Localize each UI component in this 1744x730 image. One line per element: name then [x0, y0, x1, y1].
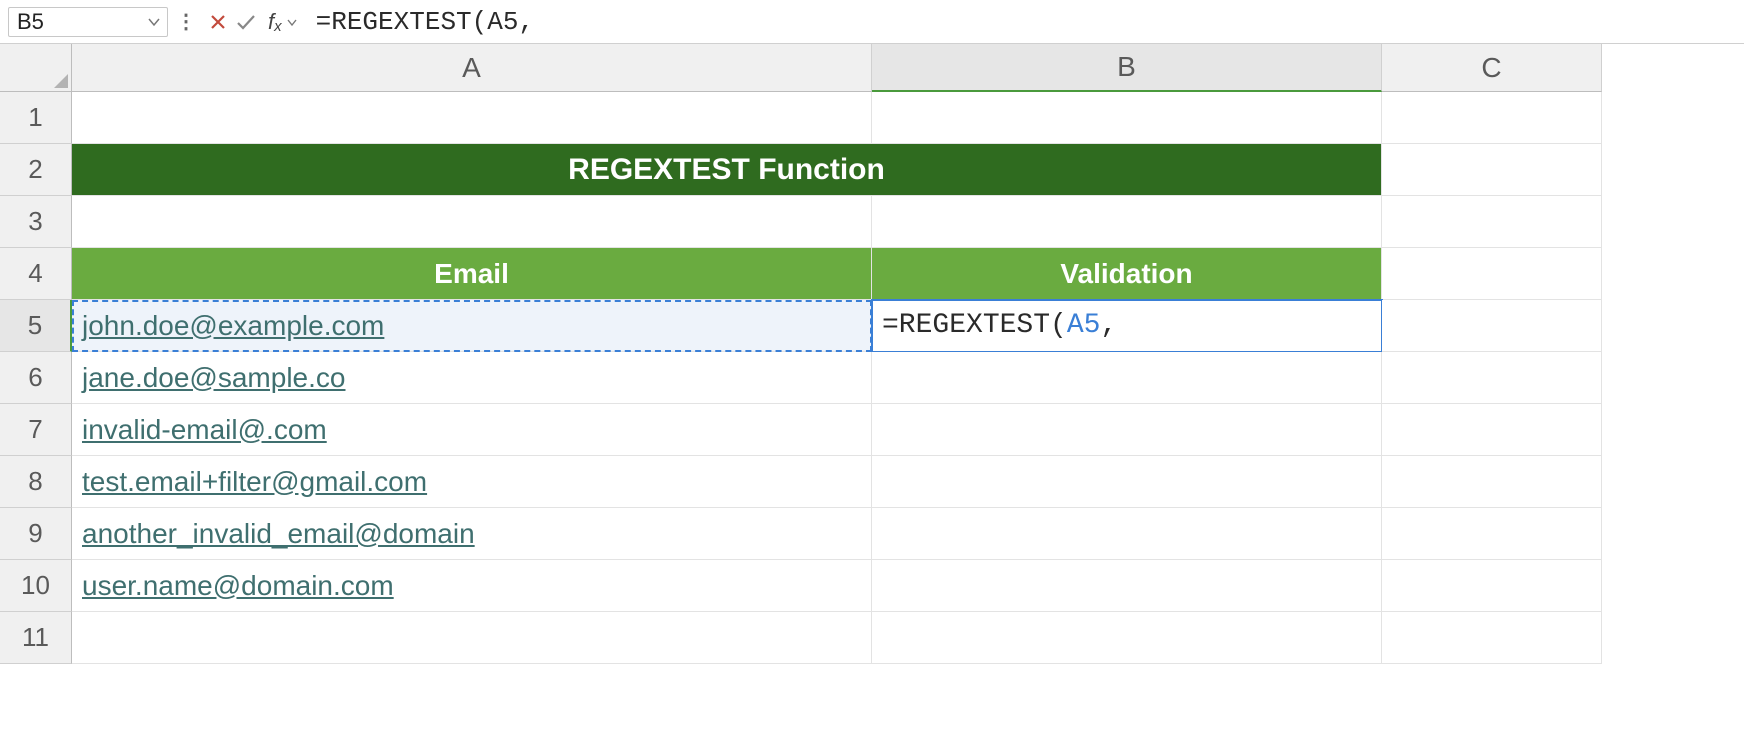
row-header-5[interactable]: 5: [0, 300, 72, 352]
row-header-4[interactable]: 4: [0, 248, 72, 300]
row-header-9[interactable]: 9: [0, 508, 72, 560]
cell-b10[interactable]: [872, 560, 1382, 612]
cell-a11[interactable]: [72, 612, 872, 664]
cell-c10[interactable]: [1382, 560, 1602, 612]
row-header-1[interactable]: 1: [0, 92, 72, 144]
cell-b8[interactable]: [872, 456, 1382, 508]
chevron-down-icon: [147, 9, 161, 35]
cell-c1[interactable]: [1382, 92, 1602, 144]
cell-c11[interactable]: [1382, 612, 1602, 664]
email-link: invalid-email@.com: [82, 414, 327, 446]
cell-b9[interactable]: [872, 508, 1382, 560]
row-header-11[interactable]: 11: [0, 612, 72, 664]
formula-text: =REGEXTEST(A5,: [316, 7, 534, 37]
email-link: another_invalid_email@domain: [82, 518, 475, 550]
header-email[interactable]: Email: [72, 248, 872, 300]
cell-a6[interactable]: jane.doe@sample.co: [72, 352, 872, 404]
name-box[interactable]: B5: [8, 7, 168, 37]
formula-suffix: ,: [1100, 310, 1117, 341]
row-header-10[interactable]: 10: [0, 560, 72, 612]
cell-c8[interactable]: [1382, 456, 1602, 508]
cancel-button[interactable]: [204, 8, 232, 36]
row-header-3[interactable]: 3: [0, 196, 72, 248]
cell-a8[interactable]: test.email+filter@gmail.com: [72, 456, 872, 508]
column-header-c[interactable]: C: [1382, 44, 1602, 92]
chevron-down-icon: [286, 9, 298, 35]
formula-prefix: =REGEXTEST(: [882, 310, 1067, 341]
cell-c5[interactable]: [1382, 300, 1602, 352]
cell-a7[interactable]: invalid-email@.com: [72, 404, 872, 456]
vertical-dots-icon: ⋮: [176, 9, 196, 34]
select-all-corner[interactable]: [0, 44, 72, 92]
column-header-b[interactable]: B: [872, 44, 1382, 92]
cell-a10[interactable]: user.name@domain.com: [72, 560, 872, 612]
title-banner[interactable]: REGEXTEST Function: [72, 144, 1382, 196]
row-header-7[interactable]: 7: [0, 404, 72, 456]
header-validation[interactable]: Validation: [872, 248, 1382, 300]
email-link: john.doe@example.com: [82, 310, 384, 342]
row-header-2[interactable]: 2: [0, 144, 72, 196]
fx-icon[interactable]: fx: [268, 9, 298, 35]
cell-b11[interactable]: [872, 612, 1382, 664]
email-link: jane.doe@sample.co: [82, 362, 345, 394]
email-link: test.email+filter@gmail.com: [82, 466, 427, 498]
cell-c7[interactable]: [1382, 404, 1602, 456]
cell-b5-editing[interactable]: =REGEXTEST(A5,: [872, 300, 1382, 352]
cell-c4[interactable]: [1382, 248, 1602, 300]
cell-c9[interactable]: [1382, 508, 1602, 560]
title-text: REGEXTEST Function: [568, 153, 885, 187]
formula-bar: B5 ⋮ fx =REGEXTEST(A5,: [0, 0, 1744, 44]
cell-a1[interactable]: [72, 92, 872, 144]
confirm-button[interactable]: [232, 8, 260, 36]
formula-input[interactable]: =REGEXTEST(A5,: [302, 7, 1736, 37]
cell-a5[interactable]: john.doe@example.com: [72, 300, 872, 352]
cell-b6[interactable]: [872, 352, 1382, 404]
cell-b1[interactable]: [872, 92, 1382, 144]
cell-b3[interactable]: [872, 196, 1382, 248]
formula-ref: A5: [1067, 310, 1101, 341]
cell-c6[interactable]: [1382, 352, 1602, 404]
row-header-8[interactable]: 8: [0, 456, 72, 508]
row-header-6[interactable]: 6: [0, 352, 72, 404]
cell-a9[interactable]: another_invalid_email@domain: [72, 508, 872, 560]
cell-c3[interactable]: [1382, 196, 1602, 248]
cell-b7[interactable]: [872, 404, 1382, 456]
name-box-value: B5: [17, 9, 44, 35]
cell-a3[interactable]: [72, 196, 872, 248]
column-header-a[interactable]: A: [72, 44, 872, 92]
email-link: user.name@domain.com: [82, 570, 394, 602]
cell-c2[interactable]: [1382, 144, 1602, 196]
